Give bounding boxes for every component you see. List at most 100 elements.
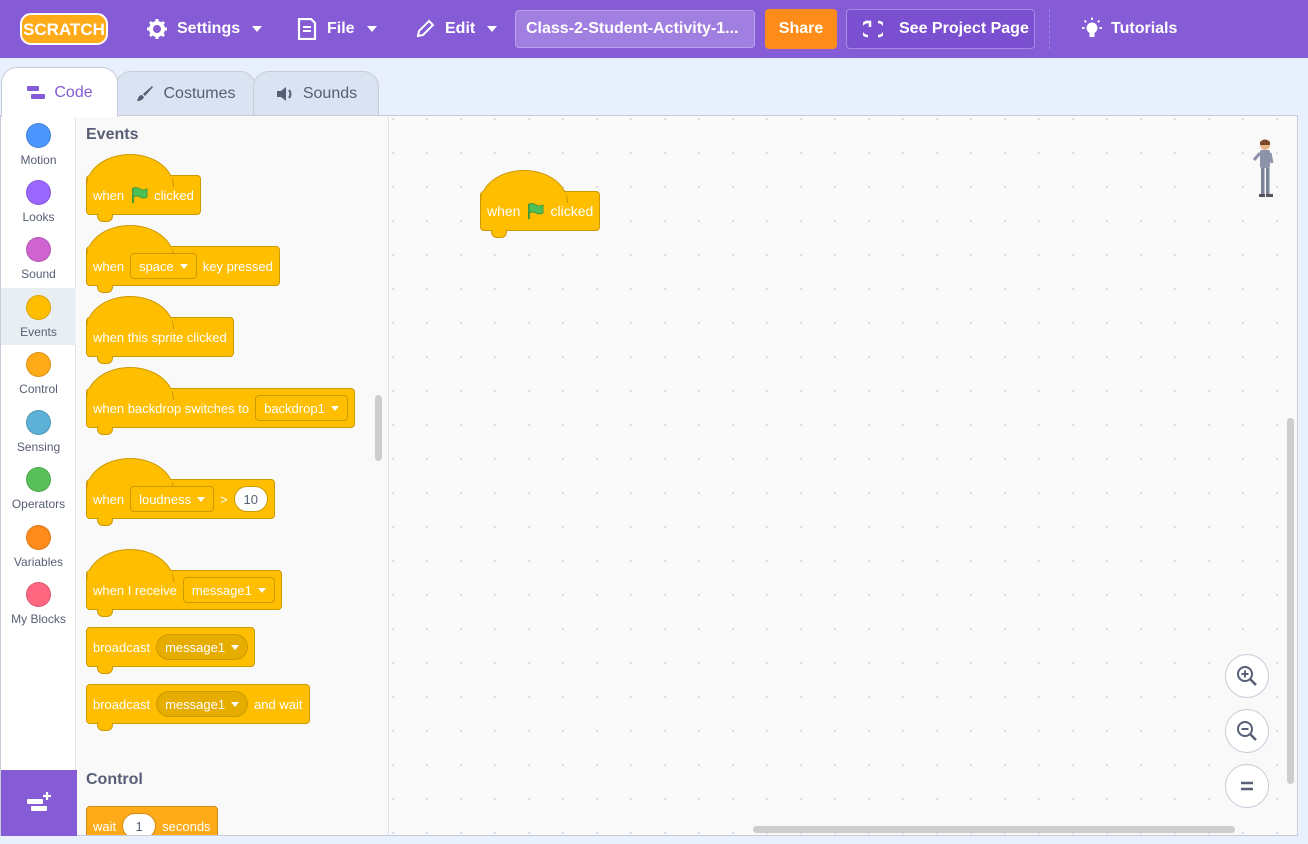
- wait-seconds-block[interactable]: wait 1 seconds: [86, 806, 218, 835]
- category-control[interactable]: Control: [1, 345, 76, 402]
- category-variables[interactable]: Variables: [1, 518, 76, 575]
- paintbrush-icon: [137, 86, 154, 101]
- see-project-label: See Project Page: [899, 20, 1029, 37]
- when-flag-clicked-block[interactable]: when clicked: [86, 154, 201, 222]
- chevron-down-icon: [252, 26, 263, 32]
- block-notch: [97, 609, 113, 617]
- workspace-horizontal-scrollbar[interactable]: [753, 826, 1235, 833]
- file-icon: [297, 18, 317, 40]
- tab-sounds[interactable]: Sounds: [253, 71, 379, 116]
- dropdown-value: message1: [165, 639, 226, 655]
- menu-bar: SCRATCH Settings File Edit Class-2-Stude…: [0, 0, 1308, 58]
- category-dot: [26, 237, 51, 262]
- chevron-down-icon: [487, 26, 498, 32]
- zoom-in-button[interactable]: [1225, 654, 1269, 698]
- category-label: Looks: [22, 210, 55, 224]
- chevron-down-icon: [197, 496, 206, 502]
- tab-code[interactable]: Code: [1, 67, 118, 117]
- tutorials-label: Tutorials: [1111, 20, 1178, 37]
- chevron-down-icon: [257, 587, 266, 593]
- zoom-reset-button[interactable]: [1225, 764, 1269, 808]
- category-operators[interactable]: Operators: [1, 460, 76, 517]
- code-blocks-icon: [27, 85, 46, 99]
- category-sensing[interactable]: Sensing: [1, 403, 76, 460]
- when-sprite-clicked-block[interactable]: when this sprite clicked: [86, 296, 234, 364]
- block-text: broadcast: [93, 639, 151, 655]
- file-label: File: [327, 20, 355, 37]
- block-notch: [97, 666, 113, 674]
- broadcast-message-dropdown[interactable]: message1: [156, 634, 249, 660]
- category-looks[interactable]: Looks: [1, 173, 76, 230]
- when-loudness-block[interactable]: when loudness > 10: [86, 458, 275, 526]
- broadcast-wait-message-dropdown[interactable]: message1: [156, 691, 249, 717]
- project-title-input[interactable]: Class-2-Student-Activity-1...: [515, 10, 755, 48]
- zoom-out-button[interactable]: [1225, 709, 1269, 753]
- tab-costumes[interactable]: Costumes: [115, 71, 256, 116]
- add-extension-button[interactable]: [1, 770, 77, 836]
- tab-sounds-label: Sounds: [302, 85, 358, 102]
- category-dot: [26, 467, 51, 492]
- gear-icon: [147, 19, 167, 39]
- see-project-page-button[interactable]: See Project Page: [846, 9, 1035, 49]
- swap-icon: [863, 20, 883, 38]
- loudness-value-input[interactable]: 10: [233, 486, 268, 512]
- chevron-down-icon: [330, 405, 339, 411]
- block-text: when this sprite clicked: [93, 329, 227, 345]
- chevron-down-icon: [366, 26, 377, 32]
- scratch-logo[interactable]: SCRATCH: [20, 13, 108, 45]
- when-i-receive-block[interactable]: when I receive message1: [86, 549, 282, 617]
- when-backdrop-switches-block[interactable]: when backdrop switches to backdrop1: [86, 367, 355, 435]
- block-notch: [97, 427, 113, 435]
- backdrop-dropdown[interactable]: backdrop1: [255, 395, 348, 421]
- file-menu[interactable]: File: [297, 8, 377, 50]
- category-motion[interactable]: Motion: [1, 116, 76, 173]
- category-dot: [26, 525, 51, 550]
- sensor-dropdown[interactable]: loudness: [130, 486, 215, 512]
- block-text: when I receive: [93, 582, 177, 598]
- dropdown-value: loudness: [139, 491, 192, 507]
- edit-menu[interactable]: Edit: [415, 8, 498, 50]
- green-flag-icon: [132, 187, 148, 203]
- wait-value-input[interactable]: 1: [122, 813, 157, 835]
- block-text: seconds: [162, 818, 211, 834]
- category-label: Sound: [21, 267, 56, 281]
- category-dot: [26, 180, 51, 205]
- when-key-pressed-block[interactable]: when space key pressed: [86, 225, 280, 293]
- block-text: broadcast: [93, 696, 151, 712]
- block-text: clicked: [154, 187, 194, 203]
- category-label: Control: [19, 382, 58, 396]
- category-sound[interactable]: Sound: [1, 230, 76, 287]
- category-my-blocks[interactable]: My Blocks: [1, 575, 76, 632]
- block-notch: [491, 230, 507, 238]
- category-dot: [26, 410, 51, 435]
- block-text: when backdrop switches to: [93, 400, 250, 416]
- dropdown-value: message1: [191, 582, 252, 598]
- broadcast-block[interactable]: broadcast message1: [86, 627, 256, 674]
- settings-menu[interactable]: Settings: [147, 8, 263, 50]
- script-when-flag-clicked-block[interactable]: when clicked: [480, 170, 601, 238]
- chevron-down-icon: [179, 263, 188, 269]
- workspace-vertical-scrollbar[interactable]: [1287, 418, 1294, 784]
- control-heading: Control: [86, 771, 143, 788]
- menu-divider: [1049, 9, 1050, 49]
- block-text: when: [93, 491, 125, 507]
- tab-code-label: Code: [54, 83, 93, 101]
- block-text: key pressed: [202, 258, 273, 274]
- events-heading: Events: [86, 126, 139, 143]
- category-label: My Blocks: [11, 612, 66, 626]
- key-dropdown[interactable]: space: [130, 253, 197, 279]
- category-events[interactable]: Events: [1, 288, 76, 345]
- category-dot: [26, 582, 51, 607]
- chevron-down-icon: [231, 644, 240, 650]
- lightbulb-icon: [1082, 17, 1102, 37]
- tutorials-button[interactable]: Tutorials: [1081, 8, 1177, 50]
- script-workspace[interactable]: when clicked: [390, 116, 1297, 835]
- share-button[interactable]: Share: [765, 9, 837, 49]
- dropdown-value: message1: [165, 696, 226, 712]
- palette-scrollbar[interactable]: [375, 395, 382, 461]
- message-dropdown[interactable]: message1: [182, 577, 275, 603]
- block-notch: [97, 285, 113, 293]
- broadcast-and-wait-block[interactable]: broadcast message1 and wait: [86, 684, 310, 731]
- block-text: >: [220, 491, 228, 507]
- category-label: Variables: [13, 555, 64, 569]
